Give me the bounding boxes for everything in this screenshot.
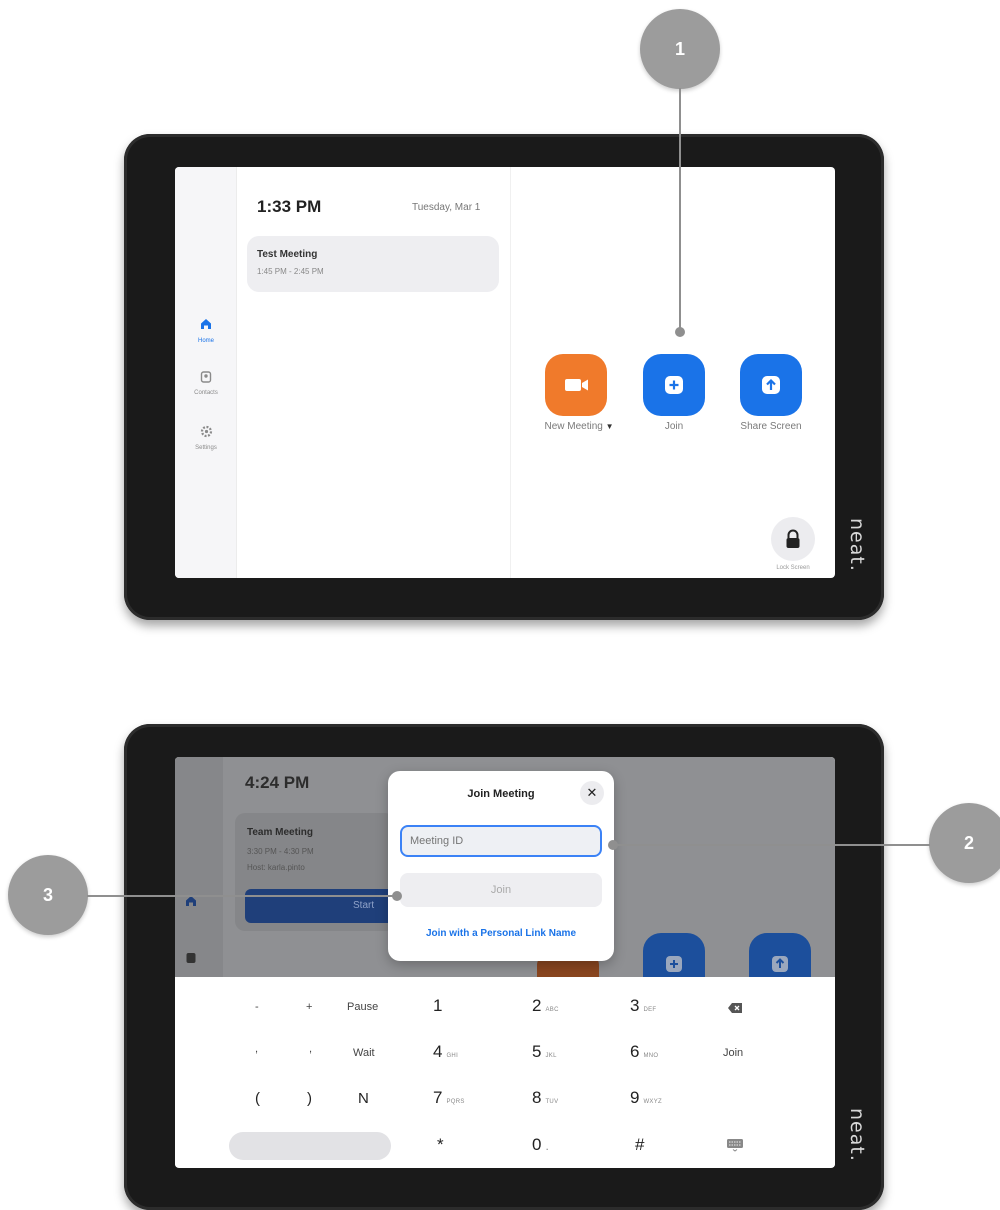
share-screen-label: Share Screen xyxy=(740,421,802,432)
key-comma-a[interactable]: , xyxy=(255,1043,258,1055)
share-screen-button-dimmed xyxy=(749,933,811,983)
key-0[interactable]: 0. xyxy=(532,1135,549,1155)
join-screen: 4:24 PM Team Meeting 3:30 PM - 4:30 PM H… xyxy=(175,757,835,1168)
callout-2-dot xyxy=(608,840,618,850)
join-button[interactable]: Join xyxy=(400,873,602,907)
callout-1: 1 xyxy=(640,9,720,89)
join-meeting-dialog: Join Meeting ✕ Join Join with a Personal… xyxy=(388,771,614,961)
key-9[interactable]: 9 WXYZ xyxy=(630,1088,662,1108)
key-7[interactable]: 7 PQRS xyxy=(433,1088,465,1108)
sidebar-item-contacts[interactable]: Contacts xyxy=(175,370,237,396)
sidebar-dimmed xyxy=(175,757,223,977)
sidebar-item-settings[interactable]: Settings xyxy=(175,425,237,451)
sidebar: Home Contacts Settings xyxy=(175,167,237,578)
key-hash[interactable]: # xyxy=(635,1135,644,1155)
plus-icon xyxy=(665,376,683,394)
backspace-key[interactable] xyxy=(727,999,743,1019)
key-left-paren[interactable]: ( xyxy=(255,1090,260,1107)
sidebar-item-home[interactable]: Home xyxy=(175,317,237,344)
new-meeting-label: New Meeting ▼ xyxy=(544,421,614,432)
join-button-dimmed xyxy=(643,933,705,983)
meeting-time: 1:45 PM - 2:45 PM xyxy=(257,267,324,276)
dial-keypad: - + Pause 1 2 ABC 3 DEF , , Wait 4 GHI 5 JKL… xyxy=(175,977,835,1167)
callout-1-dot xyxy=(675,327,685,337)
current-date: Tuesday, Mar 1 xyxy=(412,202,481,213)
meeting-title: Team Meeting xyxy=(247,827,313,838)
key-wait[interactable]: Wait xyxy=(353,1047,375,1059)
clock-time: 4:24 PM xyxy=(245,773,310,792)
home-icon xyxy=(201,319,211,329)
key-8[interactable]: 8 TUV xyxy=(532,1088,558,1108)
device-frame-bottom: 4:24 PM Team Meeting 3:30 PM - 4:30 PM H… xyxy=(124,724,884,1210)
callout-2: 2 xyxy=(929,803,1000,883)
meeting-time: 3:30 PM - 4:30 PM xyxy=(247,847,314,856)
key-join[interactable]: Join xyxy=(723,1047,743,1059)
chevron-down-icon[interactable]: ▼ xyxy=(606,422,614,431)
callout-3: 3 xyxy=(8,855,88,935)
meeting-card-dimmed: Team Meeting 3:30 PM - 4:30 PM Host: kar… xyxy=(235,813,395,931)
contacts-icon xyxy=(200,371,212,383)
key-n[interactable]: N xyxy=(358,1090,369,1107)
key-star[interactable]: * xyxy=(437,1135,444,1155)
join-label: Join xyxy=(664,421,684,432)
key-3[interactable]: 3 DEF xyxy=(630,996,656,1016)
neat-logo: neat. xyxy=(846,518,868,572)
sidebar-item-label: Settings xyxy=(195,445,217,451)
key-5[interactable]: 5 JKL xyxy=(532,1042,557,1062)
key-minus[interactable]: - xyxy=(255,1001,259,1013)
video-camera-icon xyxy=(565,379,588,391)
start-label: Start xyxy=(353,900,375,911)
contacts-icon xyxy=(186,953,196,963)
meeting-host: Host: karla.pinto xyxy=(247,863,305,872)
key-plus[interactable]: + xyxy=(306,1001,312,1013)
key-comma-b[interactable]: , xyxy=(309,1043,312,1055)
key-4[interactable]: 4 GHI xyxy=(433,1042,458,1062)
upload-arrow-icon xyxy=(772,956,788,972)
lock-icon xyxy=(786,529,800,548)
lock-screen-label: Lock Screen xyxy=(776,565,810,571)
share-screen-button[interactable] xyxy=(740,354,802,416)
meeting-id-input[interactable] xyxy=(400,825,602,857)
key-right-paren[interactable]: ) xyxy=(307,1090,312,1107)
key-6[interactable]: 6 MNO xyxy=(630,1042,658,1062)
sidebar-item-label: Contacts xyxy=(194,390,218,396)
plus-icon xyxy=(666,956,682,972)
meeting-card[interactable]: Test Meeting 1:45 PM - 2:45 PM xyxy=(247,236,499,292)
callout-1-leader xyxy=(679,88,681,333)
new-meeting-button[interactable] xyxy=(545,354,607,416)
content-divider xyxy=(510,167,511,578)
neat-logo: neat. xyxy=(846,1108,868,1162)
callout-2-leader xyxy=(614,844,930,846)
dimmed-contacts-icon xyxy=(185,951,197,969)
key-2[interactable]: 2 ABC xyxy=(532,996,559,1016)
keyboard-icon xyxy=(727,1139,743,1152)
join-button[interactable] xyxy=(643,354,705,416)
key-1[interactable]: 1 xyxy=(433,996,442,1016)
close-icon: ✕ xyxy=(586,785,598,800)
meeting-title: Test Meeting xyxy=(257,249,318,260)
hide-keyboard-key[interactable] xyxy=(726,1137,744,1157)
close-button[interactable]: ✕ xyxy=(580,781,604,805)
lock-screen-button[interactable] xyxy=(771,517,815,561)
key-pause[interactable]: Pause xyxy=(347,1001,378,1013)
home-screen: Home Contacts Settings 1:33 PM Tuesday, … xyxy=(175,167,835,578)
spacebar[interactable] xyxy=(229,1132,391,1160)
device-frame-top: Home Contacts Settings 1:33 PM Tuesday, … xyxy=(124,134,884,620)
clock-time: 1:33 PM xyxy=(257,197,322,216)
gear-icon xyxy=(200,425,212,438)
upload-arrow-icon xyxy=(762,376,780,394)
sidebar-item-label: Home xyxy=(197,338,214,344)
join-personal-link-button[interactable]: Join with a Personal Link Name xyxy=(388,928,614,939)
backspace-icon xyxy=(728,1003,742,1013)
callout-3-leader xyxy=(87,895,395,897)
callout-3-dot xyxy=(392,891,402,901)
